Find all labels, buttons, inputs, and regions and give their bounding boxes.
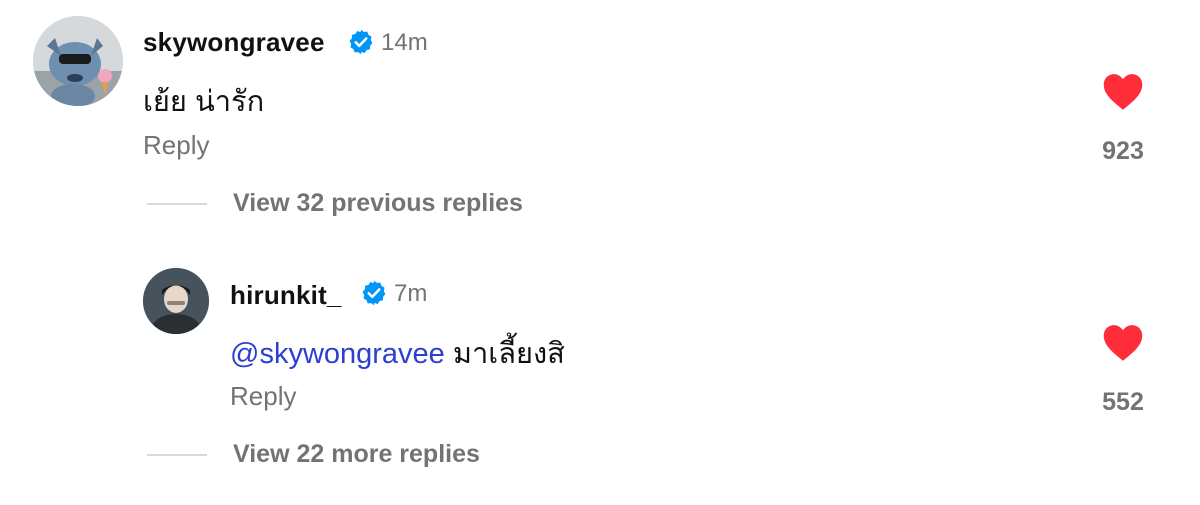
reply-text: มาเลี้ยงสิ: [452, 338, 565, 370]
avatar-image: [33, 16, 123, 106]
view-previous-replies-button[interactable]: View 32 previous replies: [233, 189, 523, 218]
view-more-replies-button[interactable]: View 22 more replies: [233, 440, 480, 469]
comment-timestamp: 14m: [381, 29, 428, 56]
comment-item: skywongravee 14m เย้ย น่ารัก Reply 923: [0, 0, 1200, 180]
avatar-image: [143, 268, 209, 334]
thread-divider: [147, 454, 207, 456]
reply-text-row: @skywongravee มาเลี้ยงสิ: [230, 330, 565, 376]
comment-text: เย้ย น่ารัก: [143, 86, 265, 118]
heart-icon[interactable]: [1101, 321, 1145, 363]
reply-button[interactable]: Reply: [143, 130, 209, 161]
heart-icon[interactable]: [1101, 70, 1145, 112]
reply-username[interactable]: hirunkit_: [230, 280, 342, 311]
comment-username[interactable]: skywongravee: [143, 27, 325, 58]
verified-badge-icon: [360, 279, 388, 307]
view-more-replies-row[interactable]: View 22 more replies: [0, 433, 700, 477]
verified-badge-icon: [347, 28, 375, 56]
thread-divider: [147, 203, 207, 205]
reply-timestamp: 7m: [394, 280, 428, 307]
reply-item: hirunkit_ 7m @skywongravee มาเลี้ยงสิ Re…: [0, 258, 1200, 423]
like-count: 923: [1102, 137, 1144, 165]
view-previous-replies-row[interactable]: View 32 previous replies: [0, 182, 700, 226]
mention-link[interactable]: @skywongravee: [230, 338, 445, 370]
avatar[interactable]: [33, 16, 123, 106]
reply-button[interactable]: Reply: [230, 381, 296, 412]
avatar[interactable]: [143, 268, 209, 334]
like-count: 552: [1102, 388, 1144, 416]
